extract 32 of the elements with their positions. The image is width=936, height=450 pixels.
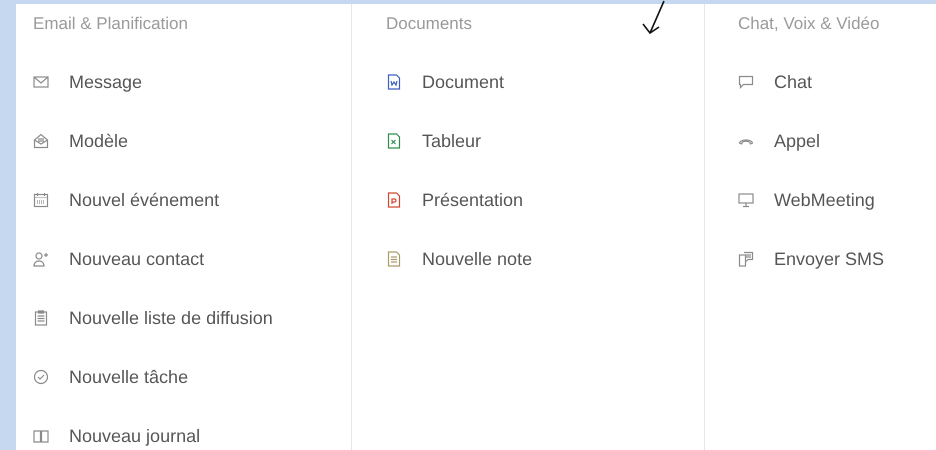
menu-item[interactable]: Message — [33, 70, 142, 94]
menu-item[interactable]: Envoyer SMS — [738, 247, 884, 271]
envelope-icon — [33, 74, 49, 90]
menu-item[interactable]: WebMeeting — [738, 188, 875, 212]
open-envelope-icon — [33, 133, 49, 149]
menu-item[interactable]: Nouveau contact — [33, 247, 204, 271]
menu-item[interactable]: Nouvelle liste de diffusion — [33, 306, 273, 330]
user-plus-icon — [33, 251, 49, 267]
clipboard-list-icon — [33, 310, 49, 326]
calendar-icon — [33, 192, 49, 208]
column-heading: Documents — [386, 13, 472, 35]
menu-item[interactable]: Présentation — [386, 188, 524, 212]
spreadsheet-icon — [386, 133, 402, 149]
menu-item[interactable]: Modèle — [33, 129, 128, 153]
check-circle-icon — [33, 369, 49, 385]
menu-item[interactable]: Nouveau journal — [33, 424, 200, 448]
menu-item[interactable]: Nouvelle tâche — [33, 365, 188, 389]
menu-item[interactable]: Nouvelle note — [386, 247, 532, 271]
menu-item[interactable]: Tableur — [386, 129, 482, 153]
menu-item[interactable]: Document — [386, 70, 504, 94]
menu-item[interactable]: Appel — [738, 129, 820, 153]
menu-item[interactable]: Chat — [738, 70, 812, 94]
note-icon — [386, 251, 402, 267]
monitor-icon — [738, 192, 754, 208]
speech-bubble-icon — [738, 74, 754, 90]
book-icon — [33, 428, 49, 444]
menu-item[interactable]: Nouvel événement — [33, 188, 220, 212]
column-heading: Email & Planification — [33, 13, 188, 35]
word-document-icon — [386, 74, 402, 90]
phone-message-icon — [738, 251, 754, 267]
presentation-file-icon — [386, 192, 402, 208]
column-heading: Chat, Voix & Vidéo — [738, 13, 880, 35]
